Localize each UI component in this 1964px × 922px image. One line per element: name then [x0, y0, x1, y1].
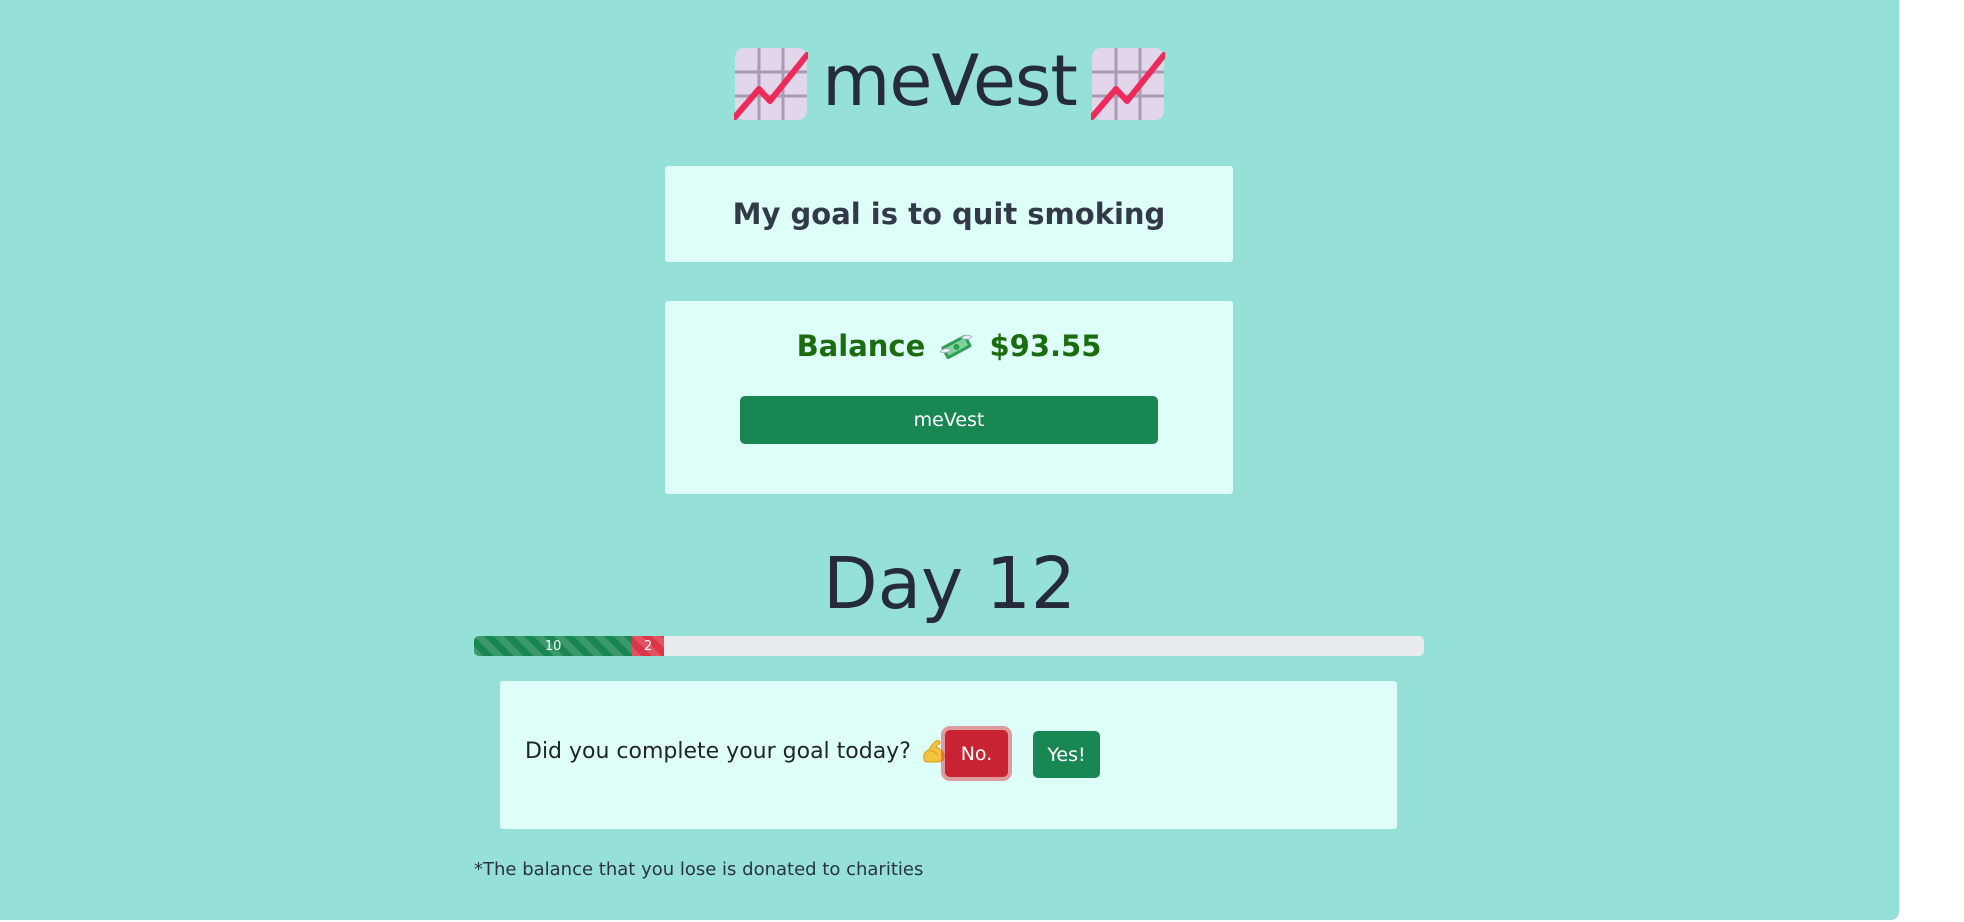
mevest-button[interactable]: meVest	[740, 396, 1158, 444]
progress-segment-danger: 2	[632, 636, 664, 656]
charity-footnote: *The balance that you lose is donated to…	[474, 859, 924, 880]
goal-card: My goal is to quit smoking	[665, 166, 1233, 262]
progress-segment-label: 2	[644, 638, 653, 654]
progress-bar: 10 2	[474, 636, 1424, 656]
checkin-question-text: Did you complete your goal today?	[525, 738, 911, 764]
chart-increasing-icon	[1090, 48, 1165, 120]
checkin-question: Did you complete your goal today?	[525, 738, 947, 764]
flexed-biceps-icon	[923, 740, 945, 763]
no-button[interactable]: No.	[945, 730, 1008, 777]
day-title: Day 12	[822, 542, 1077, 625]
app-header: meVest	[0, 42, 1899, 126]
balance-amount: $93.55	[989, 329, 1102, 363]
app-panel: meVest My goal is to quit smoking Balanc…	[0, 0, 1899, 920]
checkin-card: Did you complete your goal today? No. Ye…	[500, 681, 1397, 829]
app-title: meVest	[822, 40, 1078, 122]
goal-text: My goal is to quit smoking	[732, 197, 1166, 231]
chart-increasing-icon	[734, 48, 809, 120]
progress-segment-success: 10	[474, 636, 633, 656]
balance-row: Balance $93.55	[665, 329, 1233, 363]
progress-segment-label: 10	[544, 638, 562, 654]
balance-label: Balance	[796, 329, 926, 363]
money-with-wings-icon	[939, 334, 974, 359]
balance-card: Balance $93.55 meVest	[665, 301, 1233, 494]
yes-button[interactable]: Yes!	[1033, 731, 1100, 778]
